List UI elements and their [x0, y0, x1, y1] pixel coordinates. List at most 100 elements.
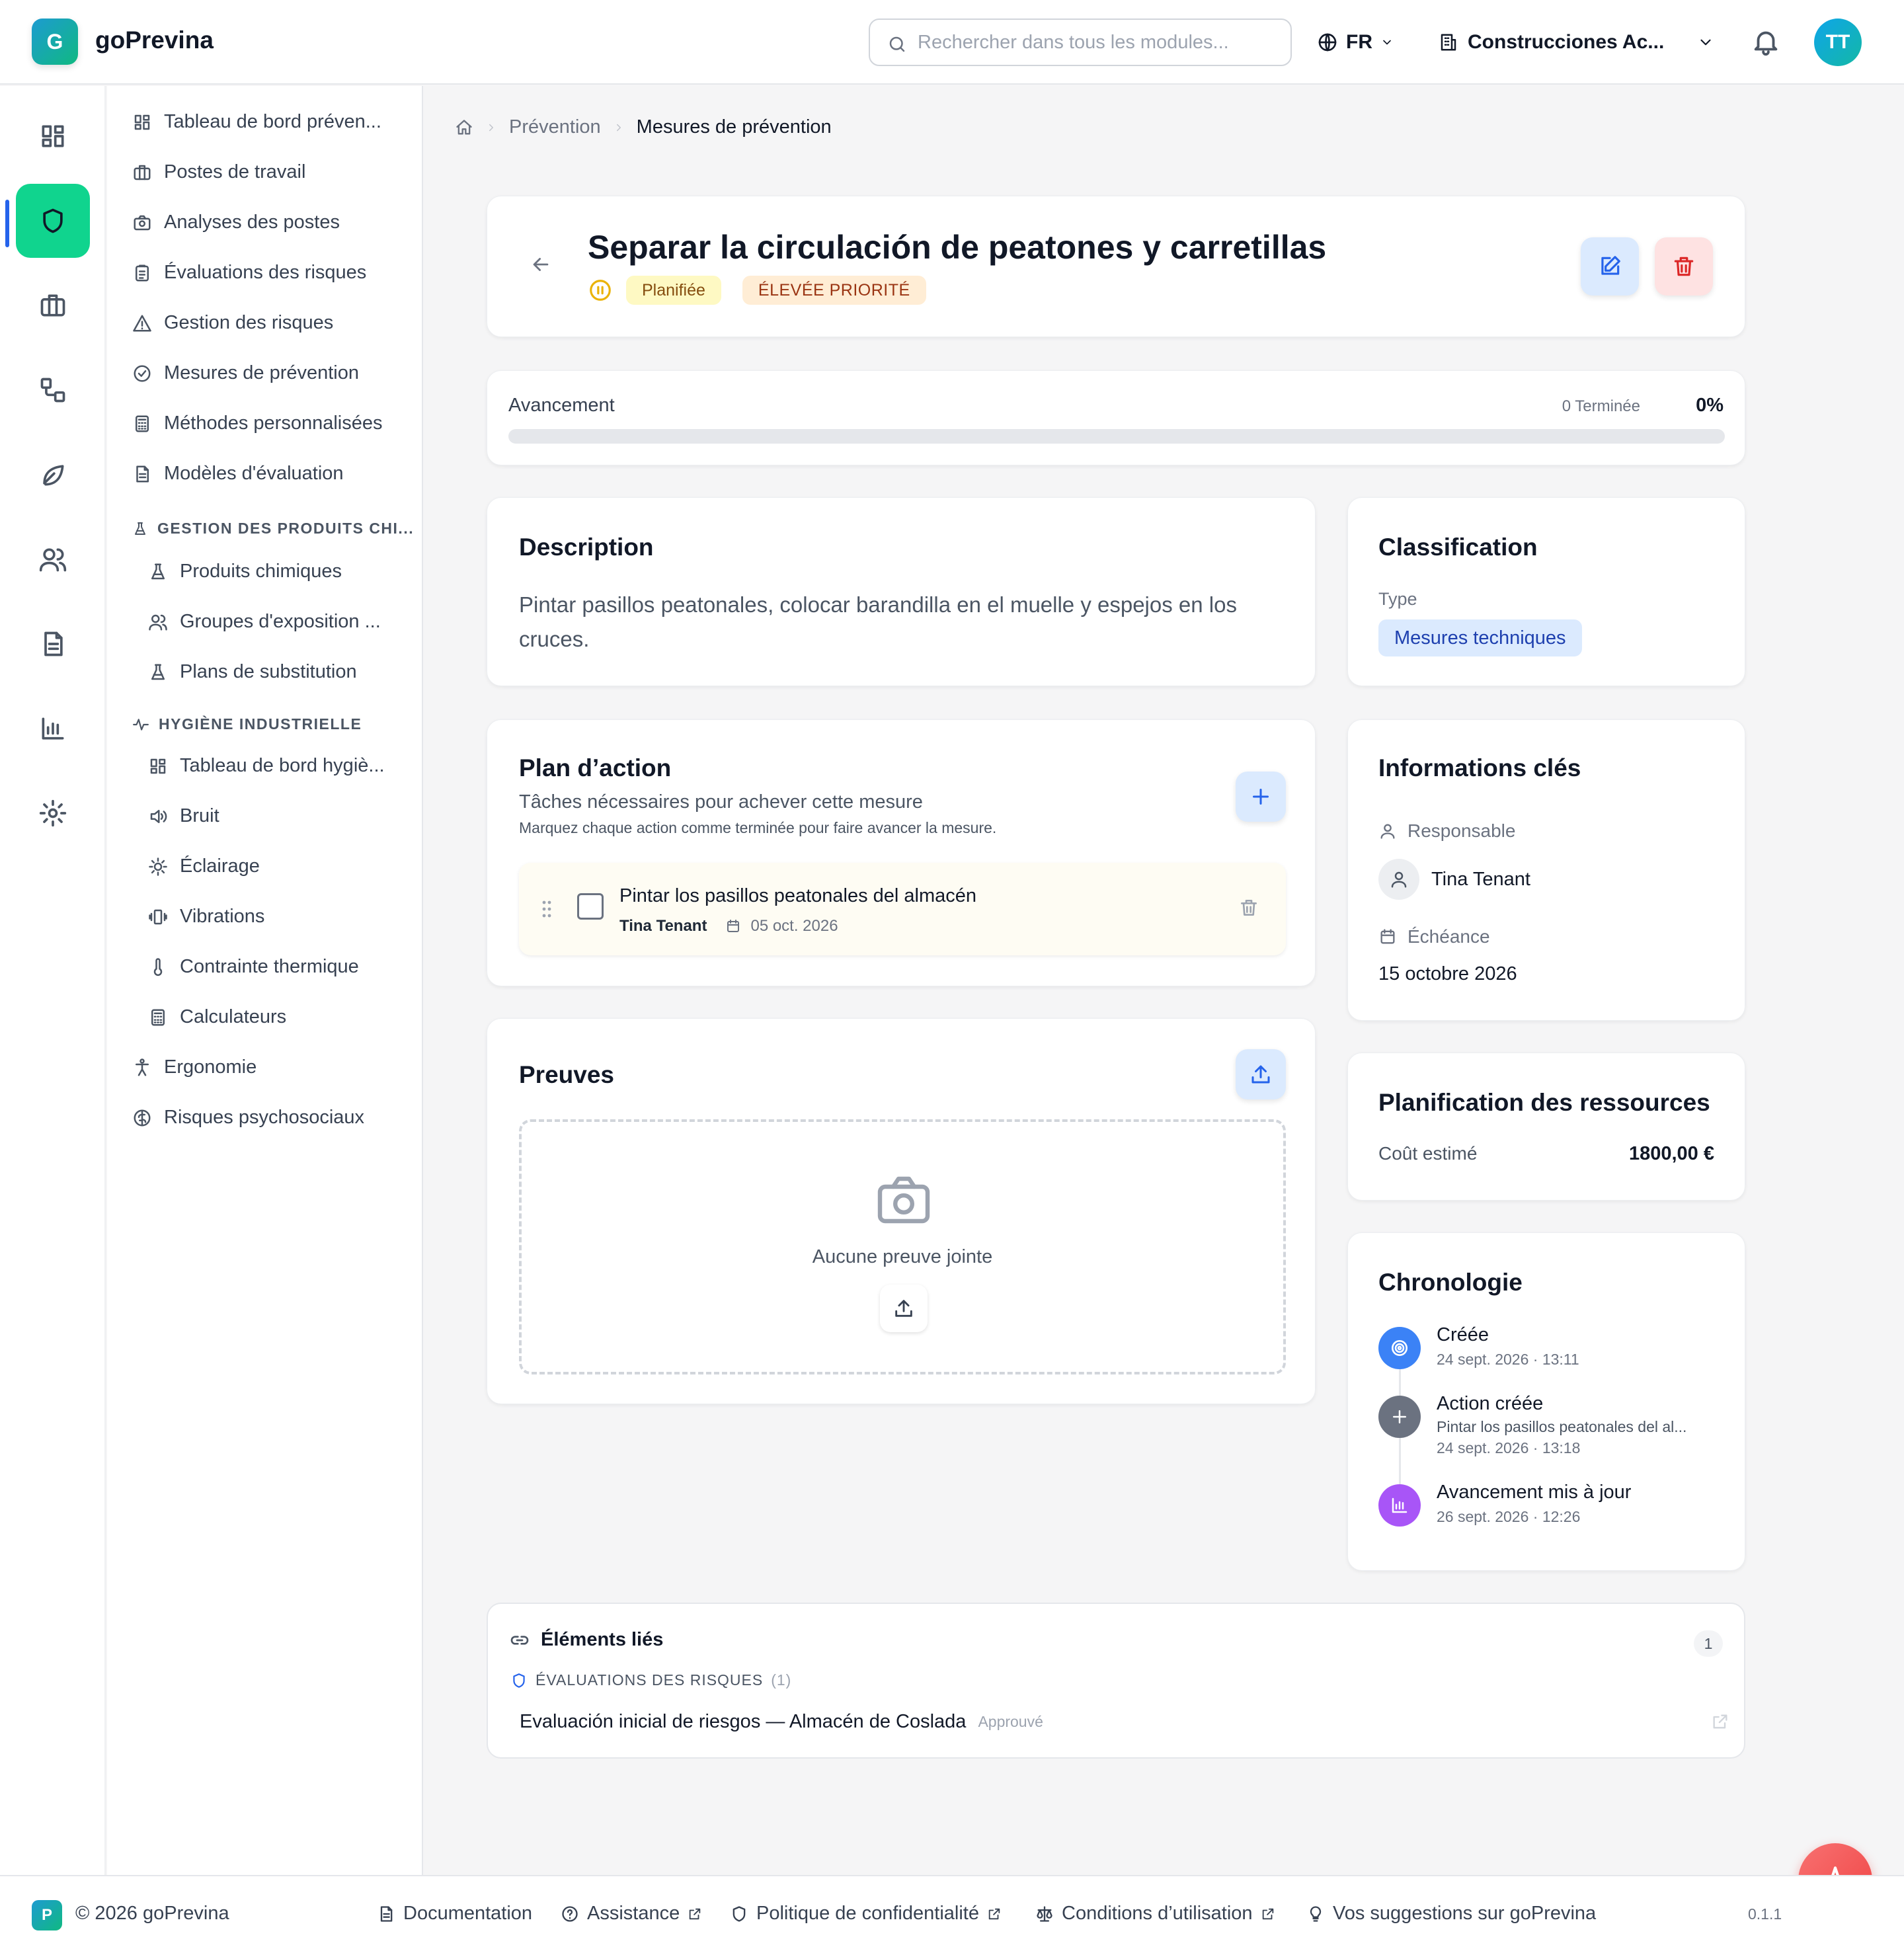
action-plan-hint: Marquez chaque action comme terminée pou… — [519, 819, 997, 836]
company-name: Construcciones Ac... — [1468, 31, 1665, 53]
pause-circle-icon — [588, 278, 613, 303]
rail-documents[interactable] — [16, 607, 90, 681]
sidebar-item-chemical-products[interactable]: Produits chimiques — [148, 561, 342, 582]
thermometer-icon — [148, 957, 168, 977]
sidebar-item-risk-management[interactable]: Gestion des risques — [132, 312, 333, 334]
users-icon — [38, 545, 67, 574]
sidebar-item-noise[interactable]: Bruit — [148, 805, 219, 827]
sidebar-item-assessment-templates[interactable]: Modèles d'évaluation — [132, 463, 344, 485]
calendar-icon — [725, 918, 741, 934]
linked-item[interactable]: Evaluación inicial de riesgos — Almacén … — [520, 1706, 1729, 1737]
sidebar-item-psychosocial[interactable]: Risques psychosociaux — [132, 1107, 364, 1129]
sidebar-item-label: Vibrations — [180, 906, 265, 927]
sidebar-item-lighting[interactable]: Éclairage — [148, 855, 260, 877]
trash-icon[interactable] — [1238, 897, 1259, 918]
search-icon — [887, 34, 907, 54]
help-circle-icon — [561, 1905, 579, 1923]
globe-icon — [1317, 32, 1338, 53]
footer-terms-link[interactable]: Conditions d’utilisation — [1035, 1903, 1275, 1925]
language-selector[interactable]: FR — [1317, 24, 1394, 61]
footer-documentation-link[interactable]: Documentation — [377, 1903, 532, 1925]
global-search[interactable] — [869, 19, 1292, 66]
external-link-icon[interactable] — [1711, 1712, 1729, 1731]
timeline-event: Avancement mis à jour 26 sept. 2026 · 12… — [1378, 1482, 1722, 1537]
app-logo[interactable]: G — [32, 19, 78, 65]
measure-badges: Planifiée ÉLEVÉE PRIORITÉ — [588, 276, 926, 305]
bell-icon[interactable] — [1751, 26, 1781, 57]
search-input[interactable] — [918, 29, 1275, 56]
resources-card: Planification des ressources Coût estimé… — [1347, 1053, 1745, 1201]
rail-environment[interactable] — [16, 438, 90, 512]
sidebar-group-chemicals[interactable]: GESTION DES PRODUITS CHI... — [132, 520, 414, 537]
type-badge: Mesures techniques — [1378, 619, 1582, 656]
delete-button[interactable] — [1655, 237, 1713, 296]
flask-icon — [148, 662, 168, 682]
document-icon — [377, 1905, 395, 1923]
sidebar-item-risk-assessments[interactable]: Évaluations des risques — [132, 262, 366, 284]
sidebar-item-label: Gestion des risques — [164, 312, 334, 333]
sidebar-item-exposure-groups[interactable]: Groupes d'exposition ... — [148, 611, 381, 633]
footer-support-link[interactable]: Assistance — [561, 1903, 702, 1925]
app-name[interactable]: goPrevina — [95, 26, 214, 54]
timeline-event-time: 24 sept. 2026 · 13:18 — [1437, 1439, 1581, 1456]
external-link-icon — [1261, 1907, 1275, 1921]
sidebar-item-vibrations[interactable]: Vibrations — [148, 906, 264, 928]
flask-icon — [148, 562, 168, 582]
sidebar-item-label: Méthodes personnalisées — [164, 413, 383, 434]
company-selector[interactable]: Construcciones Ac... — [1439, 24, 1714, 61]
sidebar-group-industrial-hygiene[interactable]: HYGIÈNE INDUSTRIELLE — [132, 715, 362, 733]
rail-dashboard[interactable] — [16, 99, 90, 173]
action-checkbox[interactable] — [577, 893, 604, 920]
plus-icon — [1249, 785, 1273, 809]
user-avatar[interactable]: TT — [1814, 19, 1862, 66]
sidebar-item-label: Produits chimiques — [180, 561, 342, 582]
rail-reports[interactable] — [16, 692, 90, 766]
breadcrumb-prevention[interactable]: Prévention — [509, 116, 601, 138]
sidebar-item-workstations[interactable]: Postes de travail — [132, 161, 305, 183]
owner-label-row: Responsable — [1378, 820, 1515, 842]
timeline-card: Chronologie Créée 24 sept. 2026 · 13:11 … — [1347, 1232, 1745, 1571]
sidebar-item-job-analyses[interactable]: Analyses des postes — [132, 212, 340, 233]
home-icon[interactable] — [455, 118, 473, 137]
edit-icon — [1597, 254, 1622, 279]
action-item-date: 05 oct. 2026 — [750, 917, 838, 935]
footer: P © 2026 goPrevina Documentation Assista… — [0, 1875, 1904, 1949]
add-action-button[interactable] — [1236, 772, 1286, 822]
description-title: Description — [519, 534, 654, 561]
edit-button[interactable] — [1581, 237, 1639, 296]
sidebar-item-substitution-plans[interactable]: Plans de substitution — [148, 661, 357, 683]
cost-label: Coût estimé — [1378, 1143, 1478, 1164]
page-title: Separar la circulación de peatones y car… — [588, 229, 1327, 266]
rail-workstations[interactable] — [16, 268, 90, 342]
sidebar-item-prevention-measures[interactable]: Mesures de prévention — [132, 362, 359, 384]
due-date: 15 octobre 2026 — [1378, 963, 1517, 984]
sidebar-item-custom-methods[interactable]: Méthodes personnalisées — [132, 413, 382, 434]
shield-icon — [730, 1905, 748, 1923]
footer-privacy-link[interactable]: Politique de confidentialité — [730, 1903, 1002, 1925]
sidebar-item-prevention-dashboard[interactable]: Tableau de bord préven... — [132, 111, 381, 133]
rail-people[interactable] — [16, 522, 90, 596]
sidebar-item-thermal-stress[interactable]: Contrainte thermique — [148, 956, 359, 978]
sidebar-item-calculators[interactable]: Calculateurs — [148, 1006, 286, 1028]
back-arrow-icon[interactable] — [530, 253, 552, 276]
sidebar-item-label: Groupes d'exposition ... — [180, 611, 381, 632]
camera-icon — [872, 1168, 935, 1232]
upload-button[interactable] — [880, 1285, 928, 1332]
rail-prevention[interactable] — [16, 184, 90, 258]
chevron-right-icon — [613, 122, 625, 134]
sidebar-item-label: Éclairage — [180, 855, 260, 877]
evidence-title: Preuves — [519, 1061, 614, 1088]
footer-feedback-link[interactable]: Vos suggestions sur goPrevina — [1306, 1903, 1596, 1925]
sidebar-item-ergonomics[interactable]: Ergonomie — [132, 1056, 257, 1078]
linked-elements-card: Éléments liés 1 ÉVALUATIONS DES RISQUES … — [487, 1603, 1745, 1759]
rail-settings[interactable] — [16, 776, 90, 850]
shield-icon — [510, 1672, 528, 1689]
sidebar-item-hygiene-dashboard[interactable]: Tableau de bord hygiè... — [148, 755, 385, 777]
upload-evidence-button[interactable] — [1236, 1049, 1286, 1099]
action-item-meta: Tina Tenant 05 oct. 2026 — [619, 917, 838, 935]
drag-handle-icon[interactable] — [541, 900, 552, 918]
file-icon — [132, 464, 152, 484]
action-plan-card: Plan d’action Tâches nécessaires pour ac… — [487, 719, 1316, 986]
evidence-dropzone[interactable]: Aucune preuve jointe — [519, 1119, 1286, 1374]
rail-workflow[interactable] — [16, 353, 90, 427]
